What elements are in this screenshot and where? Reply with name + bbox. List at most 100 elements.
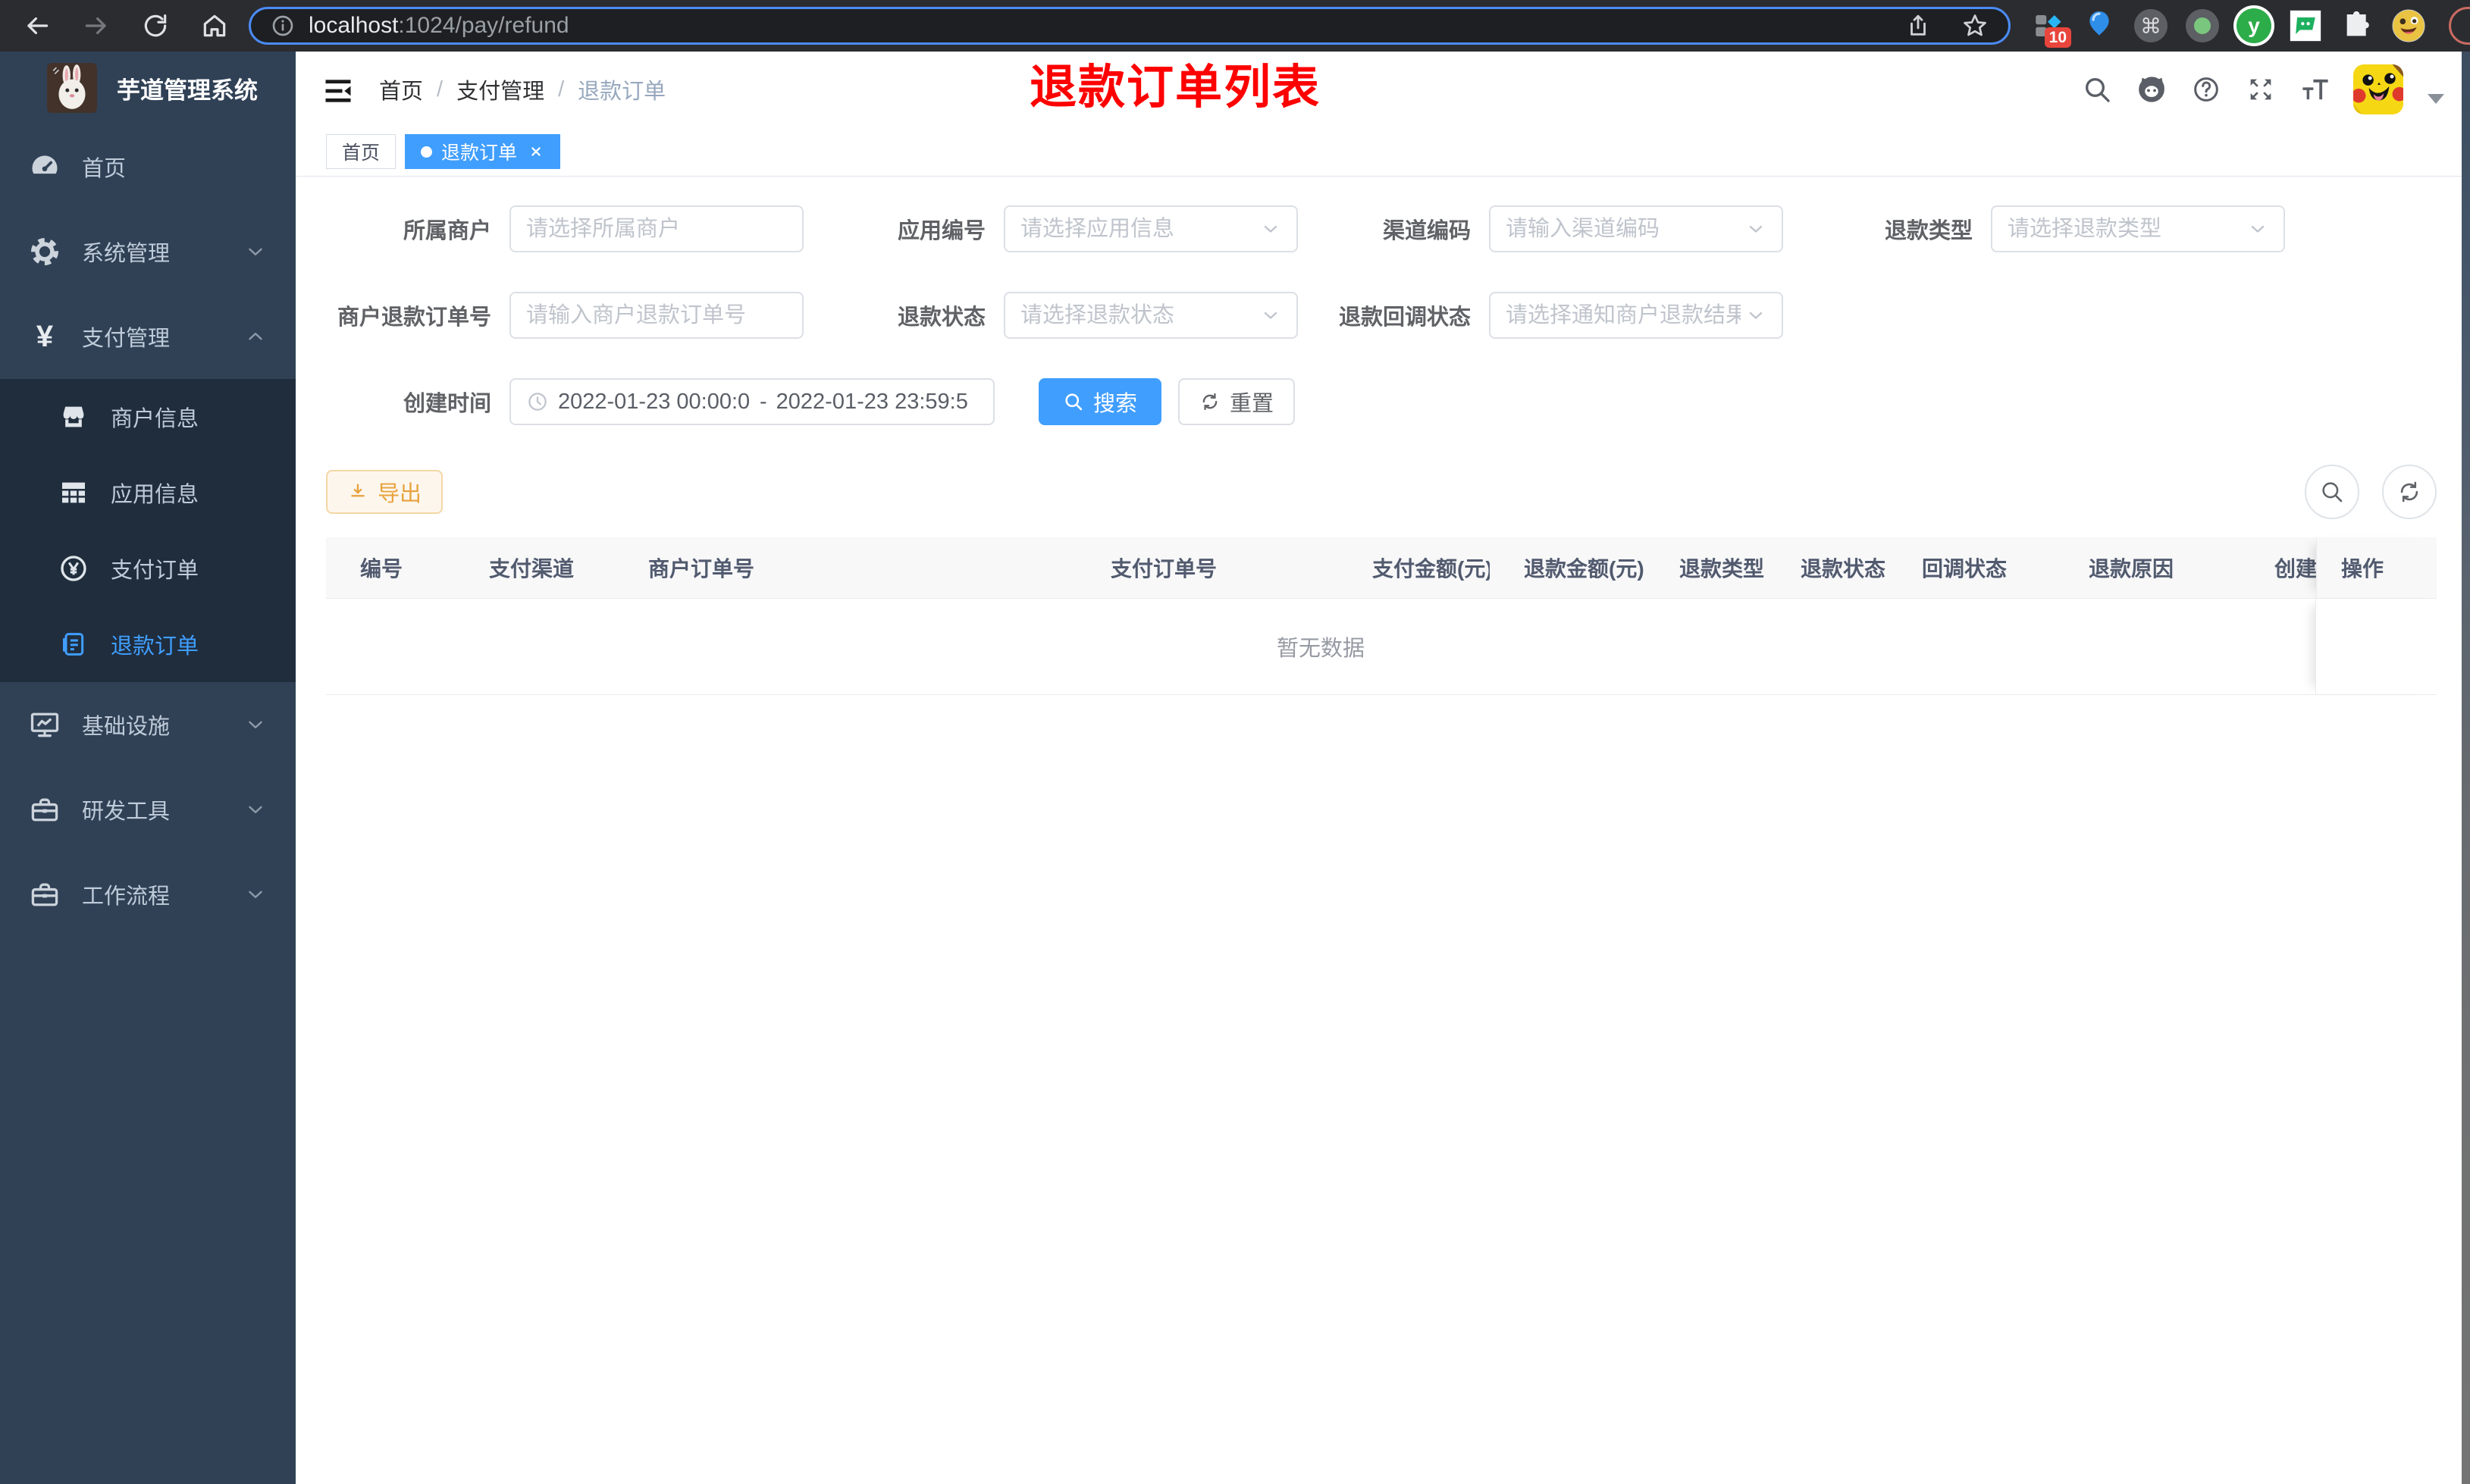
browser-home-icon[interactable] xyxy=(200,11,229,40)
sidebar-item-label: 支付管理 xyxy=(82,327,171,351)
merchant-refund-no-input[interactable] xyxy=(526,302,787,328)
sidebar-item-label: 支付订单 xyxy=(111,559,199,583)
sidebar-item-devtools[interactable]: 研发工具 xyxy=(0,767,296,852)
search-button-label: 搜索 xyxy=(1093,392,1138,416)
chevron-down-icon xyxy=(1745,218,1766,240)
notify-status-input[interactable] xyxy=(1506,302,1741,328)
navbar-actions xyxy=(2080,64,2444,114)
sidebar-item-refund-order[interactable]: 退款订单 xyxy=(0,606,296,682)
refund-status-select[interactable] xyxy=(1004,292,1298,339)
extension-dot-icon[interactable] xyxy=(2185,8,2220,43)
reset-button[interactable]: 重置 xyxy=(1178,378,1296,425)
breadcrumb-separator: / xyxy=(558,77,565,102)
sidebar-item-label: 应用信息 xyxy=(111,483,199,507)
channel-select[interactable] xyxy=(1489,205,1783,252)
chevron-down-icon xyxy=(244,240,267,263)
table-grid-icon xyxy=(58,477,89,509)
browser-nav-buttons xyxy=(0,11,229,40)
field-label: 所属商户 xyxy=(403,219,491,243)
page-scrollbar[interactable] xyxy=(2462,52,2470,1484)
sidebar-item-pay-order[interactable]: 支付订单 xyxy=(0,531,296,606)
profile-emoji-avatar[interactable] xyxy=(2391,8,2426,43)
search-icon[interactable] xyxy=(2080,73,2114,106)
breadcrumb-pay[interactable]: 支付管理 xyxy=(456,74,544,105)
export-button[interactable]: 导出 xyxy=(326,470,444,514)
url-path: :1024/pay/refund xyxy=(398,13,569,38)
app-logo-row[interactable]: 芋道管理系统 xyxy=(0,52,296,124)
merchant-refund-no-field[interactable] xyxy=(509,292,804,339)
caret-down-icon[interactable] xyxy=(2428,93,2444,104)
chevron-up-icon xyxy=(244,325,267,348)
close-icon[interactable] xyxy=(528,143,544,160)
site-info-icon[interactable] xyxy=(271,14,295,38)
column-header: 创建时间 xyxy=(2274,557,2316,581)
page-content: 所属商户 应用编号 渠道编码 退款类型 xyxy=(296,177,2470,695)
column-header: 退款状态 xyxy=(1801,557,1886,581)
channel-input[interactable] xyxy=(1506,216,1741,242)
sidebar: 芋道管理系统 首页 系统管理 ¥ 支付管理 商户信息 应用信息 支付订单 退款订… xyxy=(0,52,296,1484)
sidebar-item-home[interactable]: 首页 xyxy=(0,124,296,209)
create-time-range-picker[interactable]: 2022-01-23 00:00:00 - 2022-01-23 23:59:5… xyxy=(509,378,995,425)
sidebar-item-pay[interactable]: ¥ 支付管理 xyxy=(0,294,296,379)
search-button[interactable]: 搜索 xyxy=(1039,378,1162,425)
browser-reload-icon[interactable] xyxy=(141,11,170,40)
extension-command-icon[interactable]: ⌘ xyxy=(2133,8,2168,43)
chevron-down-icon xyxy=(1260,218,1281,240)
fullscreen-icon[interactable] xyxy=(2244,73,2277,106)
chevron-down-icon xyxy=(1260,305,1281,326)
chevron-down-icon xyxy=(244,713,267,736)
table-body: 暂无数据 xyxy=(326,599,2437,695)
sidebar-menu: 首页 系统管理 ¥ 支付管理 商户信息 应用信息 支付订单 退款订单 基础设施 … xyxy=(0,124,296,937)
font-size-icon[interactable] xyxy=(2299,73,2332,106)
date-range-separator: - xyxy=(760,389,767,414)
app-select[interactable] xyxy=(1004,205,1298,252)
field-label: 退款回调状态 xyxy=(1338,305,1471,330)
sidebar-item-infra[interactable]: 基础设施 xyxy=(0,682,296,767)
github-icon[interactable] xyxy=(2135,73,2168,106)
refund-type-input[interactable] xyxy=(2008,216,2243,242)
refund-status-input[interactable] xyxy=(1020,302,1255,328)
sidebar-item-app-info[interactable]: 应用信息 xyxy=(0,455,296,531)
sidebar-item-label: 工作流程 xyxy=(82,884,171,909)
active-dot xyxy=(421,146,433,158)
extension-y-icon[interactable]: y xyxy=(2236,8,2271,43)
dashboard-icon xyxy=(27,149,62,184)
browser-update-button[interactable]: 更新 xyxy=(2449,7,2470,45)
bookmark-star-icon[interactable] xyxy=(1961,12,1989,39)
breadcrumb: 首页 / 支付管理 / 退款订单 xyxy=(379,74,666,105)
sidebar-collapse-icon[interactable] xyxy=(321,74,355,105)
field-label: 渠道编码 xyxy=(1382,219,1471,243)
browser-back-icon[interactable] xyxy=(23,11,52,40)
user-avatar[interactable] xyxy=(2353,64,2403,114)
share-icon[interactable] xyxy=(1905,13,1931,39)
breadcrumb-home[interactable]: 首页 xyxy=(379,74,423,105)
merchant-input[interactable] xyxy=(526,216,787,242)
merchant-select[interactable] xyxy=(509,205,804,252)
extension-tabs-icon[interactable]: 10 xyxy=(2030,8,2071,48)
table-header: 编号 支付渠道 商户订单号 支付订单号 支付金额(元) 退款金额(元) 退款类型… xyxy=(326,537,2437,599)
url-bar[interactable]: localhost:1024/pay/refund xyxy=(249,7,2011,45)
sidebar-item-label: 基础设施 xyxy=(82,715,171,739)
extension-chat-icon[interactable] xyxy=(2288,8,2323,43)
date-end-value[interactable]: 2022-01-23 23:59:59 xyxy=(776,390,969,415)
refund-type-select[interactable] xyxy=(1991,205,2285,252)
sidebar-item-merchant-info[interactable]: 商户信息 xyxy=(0,379,296,455)
toggle-search-button[interactable] xyxy=(2305,465,2359,519)
tab-refund-order[interactable]: 退款订单 xyxy=(405,134,561,169)
app-input[interactable] xyxy=(1020,216,1255,242)
help-icon[interactable] xyxy=(2189,73,2223,106)
column-header-actions: 操作 xyxy=(2316,537,2437,598)
refresh-button[interactable] xyxy=(2382,465,2437,519)
shop-icon xyxy=(58,401,89,433)
app-title: 芋道管理系统 xyxy=(117,77,258,104)
sidebar-item-workflow[interactable]: 工作流程 xyxy=(0,852,296,937)
sidebar-item-system[interactable]: 系统管理 xyxy=(0,209,296,294)
top-navbar: 首页 / 支付管理 / 退款订单 退款订单列表 xyxy=(296,52,2470,127)
extensions-puzzle-icon[interactable] xyxy=(2340,8,2374,43)
notify-status-select[interactable] xyxy=(1489,292,1783,339)
browser-forward-icon[interactable] xyxy=(82,11,111,40)
export-button-label: 导出 xyxy=(378,482,422,506)
extension-balloon-icon[interactable] xyxy=(2082,8,2117,43)
date-start-value[interactable]: 2022-01-23 00:00:00 xyxy=(558,390,751,415)
tab-home[interactable]: 首页 xyxy=(326,134,397,169)
